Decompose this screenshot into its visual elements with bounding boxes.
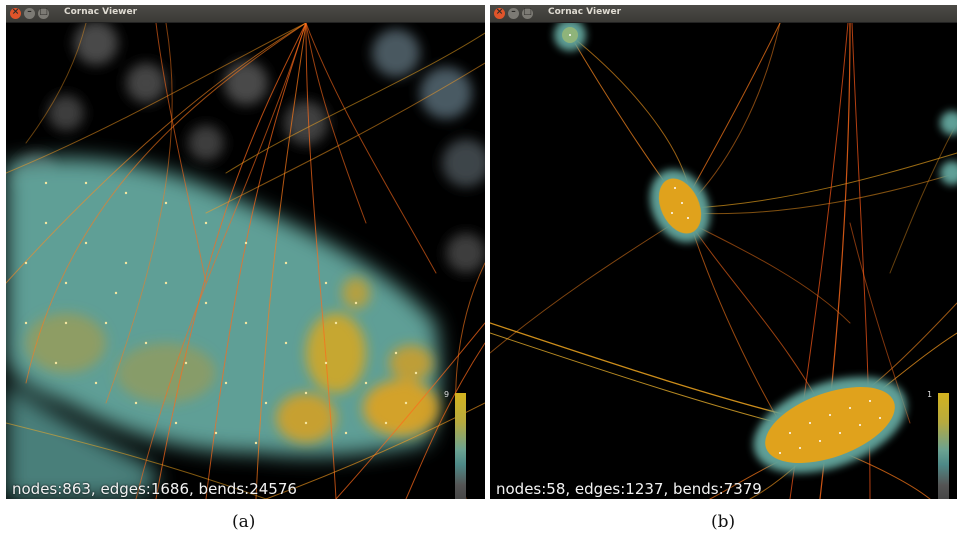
graph-visualization[interactable] [6, 23, 485, 499]
graph-visualization[interactable] [490, 23, 957, 499]
window-titlebar[interactable]: × – □ Cornac Viewer [490, 5, 957, 23]
minimize-button[interactable]: – [24, 7, 35, 19]
window-title: Cornac Viewer [64, 7, 138, 17]
legend-gradient-bar [455, 393, 466, 499]
close-icon: × [11, 7, 20, 17]
viewer-window-a: × – □ Cornac Viewer 9 nodes:863, edges:1… [6, 5, 485, 499]
graph-canvas[interactable]: 9 0 nodes:863, edges:1686, bends:24576 [6, 23, 485, 499]
maximize-icon: □ [523, 7, 532, 17]
maximize-button[interactable]: □ [522, 7, 533, 19]
legend-gradient-bar [938, 393, 949, 499]
color-legend: 1 0 [927, 390, 949, 499]
caption-a: (a) [232, 512, 256, 532]
graph-canvas[interactable]: 1 0 nodes:58, edges:1237, bends:7379 [490, 23, 957, 499]
window-titlebar[interactable]: × – □ Cornac Viewer [6, 5, 485, 23]
legend-max-label: 1 [927, 390, 933, 399]
caption-b: (b) [711, 512, 736, 532]
viewer-window-b: × – □ Cornac Viewer 1 nodes:58, edges:12… [490, 5, 957, 499]
maximize-icon: □ [39, 7, 48, 17]
close-button[interactable]: × [494, 7, 505, 19]
minimize-button[interactable]: – [508, 7, 519, 19]
graph-stats: nodes:863, edges:1686, bends:24576 [12, 480, 297, 498]
graph-stats: nodes:58, edges:1237, bends:7379 [496, 480, 762, 498]
maximize-button[interactable]: □ [38, 7, 49, 19]
color-legend: 9 0 [444, 390, 466, 499]
close-icon: × [495, 7, 504, 17]
close-button[interactable]: × [10, 7, 21, 19]
minimize-icon: – [511, 7, 516, 17]
legend-max-label: 9 [444, 390, 450, 399]
minimize-icon: – [27, 7, 32, 17]
window-title: Cornac Viewer [548, 7, 622, 17]
